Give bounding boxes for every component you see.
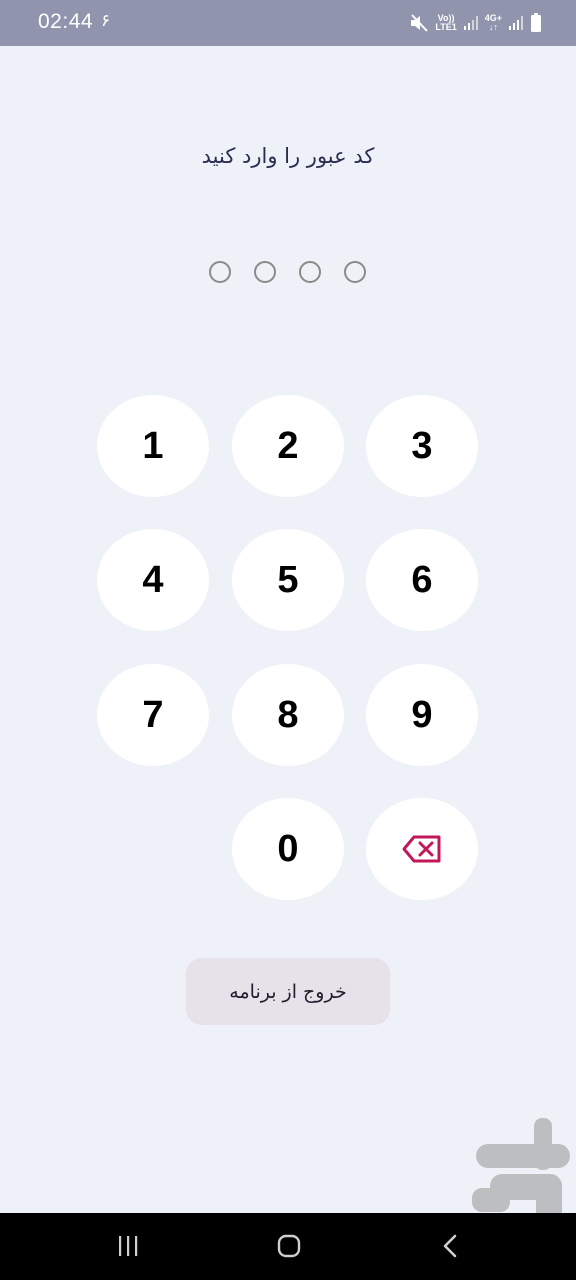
status-icons: Vo)) LTE1 4G+ ↓↑ [409, 13, 542, 33]
home-icon [277, 1234, 301, 1258]
pin-dot [344, 261, 366, 283]
key-3[interactable]: 3 [366, 395, 478, 497]
page-title: کد عبور را وارد کنید [201, 144, 375, 168]
data-arrows-icon: 4G+ ↓↑ [485, 14, 502, 32]
signal-icon [509, 16, 523, 30]
pin-dot [209, 261, 231, 283]
key-1[interactable]: 1 [97, 395, 209, 497]
key-6[interactable]: 6 [366, 529, 478, 631]
pin-indicator [209, 261, 366, 283]
volte-line2: LTE1 [435, 22, 457, 32]
status-time: 02:44 [38, 10, 94, 33]
exit-app-button[interactable]: خروج از برنامه [186, 958, 390, 1025]
signal-icon [463, 16, 478, 30]
data-arrows: ↓↑ [488, 22, 498, 32]
key-9[interactable]: 9 [366, 664, 478, 766]
navigation-bar [0, 1213, 576, 1280]
volte-icon: Vo)) LTE1 [435, 14, 456, 32]
key-5[interactable]: 5 [232, 529, 344, 631]
home-button[interactable] [269, 1231, 309, 1261]
back-button[interactable] [431, 1231, 471, 1261]
battery-icon [531, 13, 541, 32]
status-bar: 02:44 ۶ Vo)) LTE1 4G+ ↓↑ [0, 0, 576, 46]
backspace-icon [402, 835, 441, 863]
key-7[interactable]: 7 [97, 664, 209, 766]
notification-badge: ۶ [101, 11, 111, 31]
recent-apps-button[interactable] [108, 1231, 148, 1261]
key-8[interactable]: 8 [232, 664, 344, 766]
recent-apps-icon [119, 1236, 138, 1256]
mute-icon [411, 14, 429, 32]
back-icon [443, 1234, 457, 1258]
key-0[interactable]: 0 [232, 798, 344, 900]
pin-dot [299, 261, 321, 283]
key-2[interactable]: 2 [232, 395, 344, 497]
backspace-button[interactable] [366, 798, 478, 900]
key-4[interactable]: 4 [97, 529, 209, 631]
pin-dot [254, 261, 276, 283]
